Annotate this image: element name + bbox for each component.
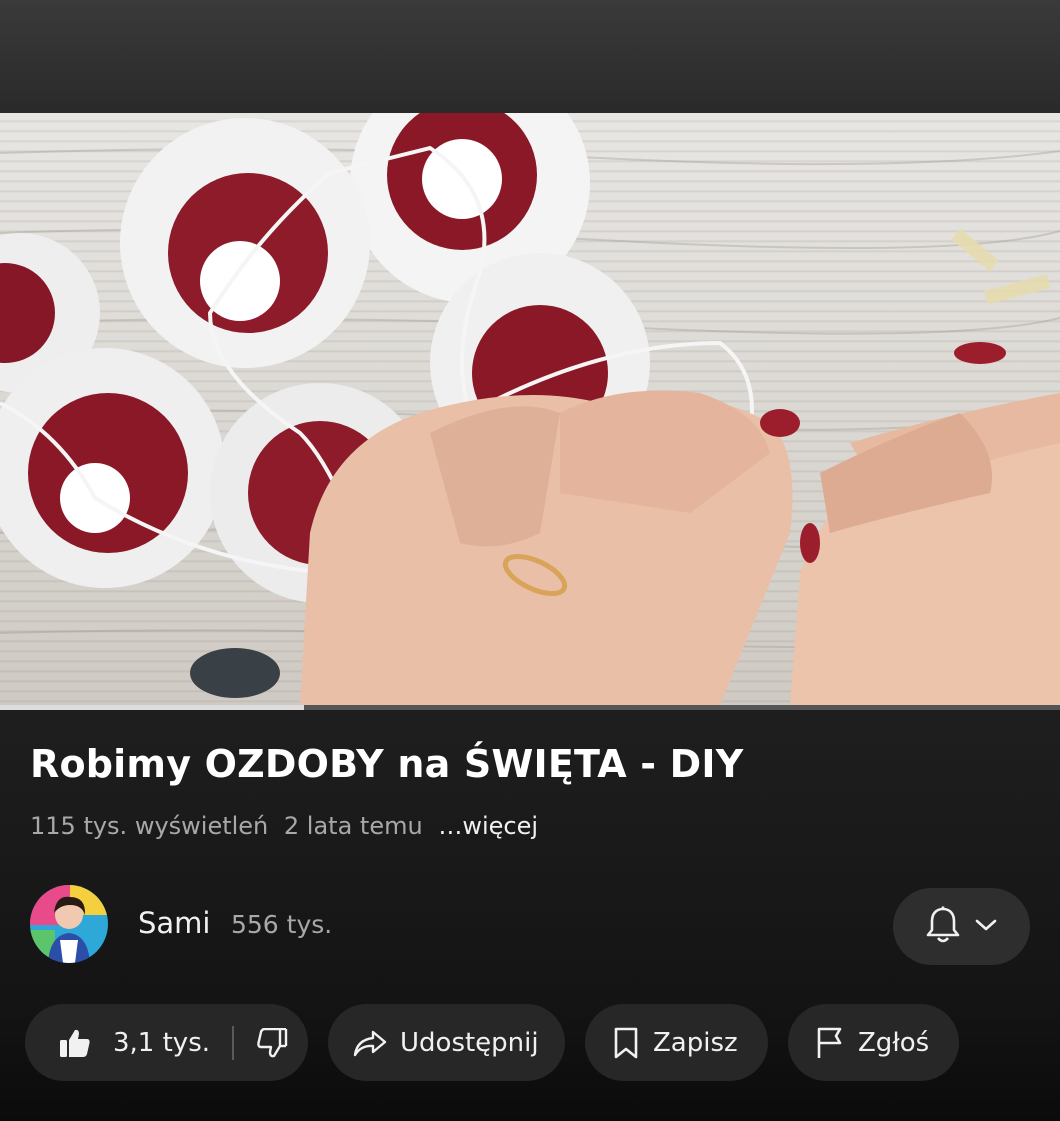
notification-bell-button[interactable] bbox=[893, 888, 1030, 965]
thumbs-up-icon[interactable] bbox=[59, 1028, 91, 1058]
like-dislike-pill: 3,1 tys. bbox=[25, 1004, 308, 1081]
report-button[interactable]: Zgłoś bbox=[788, 1004, 959, 1081]
subscriber-count: 556 tys. bbox=[231, 910, 333, 939]
share-button[interactable]: Udostępnij bbox=[328, 1004, 565, 1081]
share-label: Udostępnij bbox=[400, 1027, 539, 1058]
report-label: Zgłoś bbox=[858, 1027, 930, 1058]
video-player[interactable] bbox=[0, 113, 1060, 705]
save-label: Zapisz bbox=[653, 1027, 738, 1058]
like-divider bbox=[232, 1025, 235, 1060]
video-frame bbox=[0, 113, 1060, 705]
like-count[interactable]: 3,1 tys. bbox=[113, 1028, 210, 1058]
save-button[interactable]: Zapisz bbox=[585, 1004, 768, 1081]
share-arrow-icon bbox=[352, 1029, 388, 1057]
channel-avatar[interactable] bbox=[30, 885, 108, 963]
hands bbox=[300, 342, 1060, 705]
thumbs-down-icon[interactable] bbox=[256, 1027, 288, 1058]
more-link[interactable]: …więcej bbox=[438, 812, 538, 840]
flag-icon bbox=[816, 1027, 844, 1059]
bookmark-icon bbox=[613, 1027, 639, 1059]
video-progress-fill bbox=[0, 705, 305, 710]
video-meta[interactable]: 115 tys. wyświetleń 2 lata temu …więcej bbox=[30, 812, 538, 840]
avatar-image bbox=[30, 885, 108, 963]
video-title: Robimy OZDOBY na ŚWIĘTA - DIY bbox=[30, 742, 744, 786]
bell-icon bbox=[926, 906, 960, 948]
channel-name[interactable]: Sami bbox=[138, 906, 211, 940]
upload-age: 2 lata temu bbox=[283, 812, 423, 840]
video-progress-bar[interactable] bbox=[0, 705, 1060, 710]
view-count: 115 tys. wyświetleń bbox=[30, 812, 269, 840]
chevron-down-icon bbox=[974, 917, 998, 937]
